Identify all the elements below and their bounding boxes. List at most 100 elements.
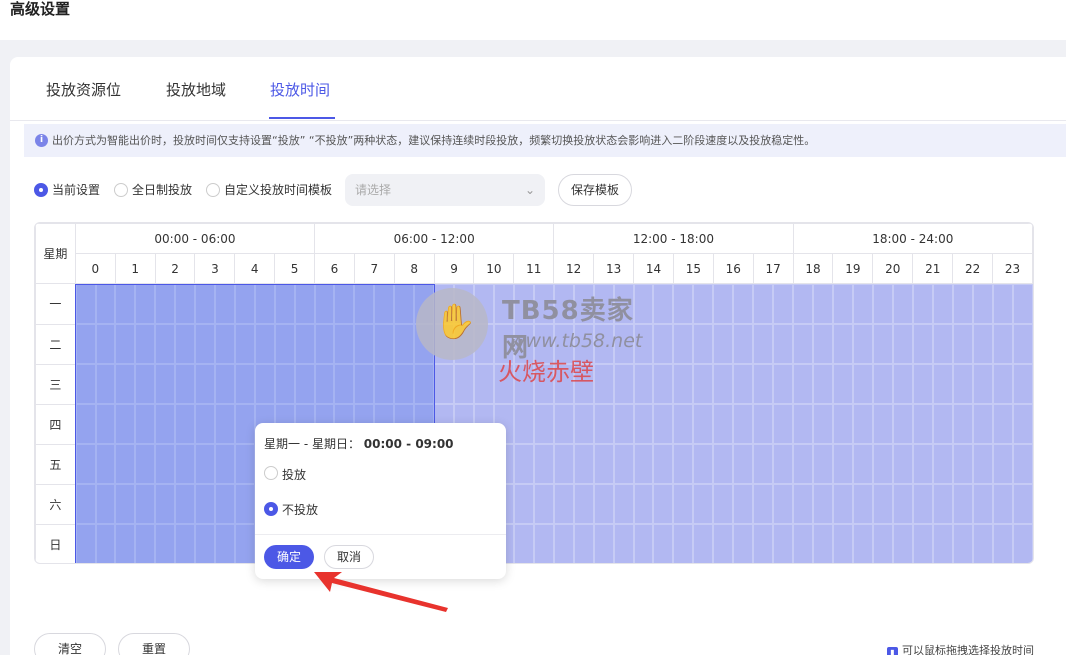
time-slot[interactable] [234, 364, 255, 404]
time-slot[interactable] [394, 324, 415, 364]
time-slot[interactable] [135, 524, 156, 563]
time-slot[interactable] [713, 444, 734, 484]
time-slot[interactable] [294, 324, 315, 364]
time-slot[interactable] [1012, 284, 1033, 324]
time-slot[interactable] [793, 324, 814, 364]
time-slot[interactable] [613, 324, 634, 364]
time-slot[interactable] [832, 404, 853, 444]
time-slot[interactable] [753, 444, 774, 484]
time-slot[interactable] [414, 324, 435, 364]
time-slot[interactable] [852, 524, 873, 563]
time-slot[interactable] [693, 444, 714, 484]
time-slot[interactable] [653, 364, 674, 404]
time-slot[interactable] [613, 484, 634, 524]
time-slot[interactable] [952, 364, 973, 404]
time-slot[interactable] [75, 484, 96, 524]
time-slot[interactable] [274, 324, 295, 364]
time-slot[interactable] [135, 364, 156, 404]
time-slot[interactable] [673, 404, 694, 444]
time-slot[interactable] [454, 324, 474, 364]
time-slot[interactable] [813, 324, 833, 364]
time-slot[interactable] [513, 284, 534, 324]
time-slot[interactable] [653, 284, 674, 324]
time-slot[interactable] [374, 364, 395, 404]
time-slot[interactable] [733, 364, 754, 404]
time-slot[interactable] [533, 324, 554, 364]
time-slot[interactable] [394, 284, 415, 324]
time-slot[interactable] [872, 364, 893, 404]
time-slot[interactable] [852, 284, 873, 324]
time-slot[interactable] [135, 444, 156, 484]
time-slot[interactable] [553, 404, 574, 444]
time-slot[interactable] [952, 404, 973, 444]
time-slot[interactable] [1012, 404, 1033, 444]
time-slot[interactable] [693, 324, 714, 364]
time-slot[interactable] [553, 524, 574, 563]
radio-custom-template-label[interactable]: 自定义投放时间模板 [224, 182, 332, 198]
time-slot[interactable] [513, 404, 534, 444]
time-slot[interactable] [832, 444, 853, 484]
time-slot[interactable] [374, 284, 395, 324]
time-slot[interactable] [912, 484, 933, 524]
time-slot[interactable] [832, 364, 853, 404]
time-slot[interactable] [673, 444, 694, 484]
schedule-grid[interactable]: 星期 00:00 - 06:00 06:00 - 12:00 12:00 - 18:0… [34, 222, 1034, 564]
time-slot[interactable] [593, 484, 614, 524]
time-slot[interactable] [892, 444, 913, 484]
time-slot[interactable] [593, 324, 614, 364]
time-slot[interactable] [1012, 484, 1033, 524]
time-slot[interactable] [75, 324, 96, 364]
time-slot[interactable] [214, 404, 235, 444]
time-slot[interactable] [653, 524, 674, 563]
time-slot[interactable] [573, 404, 594, 444]
time-slot[interactable] [95, 324, 116, 364]
radio-no-deliver[interactable] [264, 502, 278, 516]
time-slot[interactable] [254, 364, 275, 404]
time-slot[interactable] [633, 324, 654, 364]
tab-resource-position[interactable]: 投放资源位 [46, 80, 121, 100]
time-slot[interactable] [573, 524, 594, 563]
time-slot[interactable] [992, 404, 1013, 444]
time-slot[interactable] [75, 444, 96, 484]
time-slot[interactable] [952, 524, 973, 563]
time-slot[interactable] [374, 324, 395, 364]
tab-region[interactable]: 投放地域 [166, 80, 226, 100]
time-slot[interactable] [813, 364, 833, 404]
time-slot[interactable] [673, 324, 694, 364]
time-slot[interactable] [493, 364, 514, 404]
time-slot[interactable] [115, 404, 136, 444]
time-slot[interactable] [613, 364, 634, 404]
time-slot[interactable] [234, 284, 255, 324]
time-slot[interactable] [414, 284, 435, 324]
time-slot[interactable] [872, 324, 893, 364]
radio-custom-template[interactable] [206, 183, 220, 197]
time-slot[interactable] [932, 364, 953, 404]
time-slot[interactable] [593, 364, 614, 404]
time-slot[interactable] [733, 404, 754, 444]
time-slot[interactable] [753, 404, 774, 444]
time-slot[interactable] [912, 364, 933, 404]
time-slot[interactable] [135, 484, 156, 524]
time-slot[interactable] [932, 484, 953, 524]
time-slot[interactable] [214, 364, 235, 404]
time-slot[interactable] [1012, 364, 1033, 404]
time-slot[interactable] [334, 324, 355, 364]
time-slot[interactable] [673, 364, 694, 404]
time-slot[interactable] [912, 404, 933, 444]
radio-current[interactable] [34, 183, 48, 197]
time-slot[interactable] [633, 284, 654, 324]
time-slot[interactable] [912, 284, 933, 324]
time-slot[interactable] [553, 444, 574, 484]
time-slot[interactable] [314, 284, 335, 324]
time-slot[interactable] [95, 404, 116, 444]
time-slot[interactable] [713, 524, 734, 563]
time-slot[interactable] [972, 364, 993, 404]
radio-all-day[interactable] [114, 183, 128, 197]
time-slot[interactable] [434, 324, 455, 364]
time-slot[interactable] [793, 484, 814, 524]
time-slot[interactable] [175, 324, 195, 364]
time-slot[interactable] [773, 524, 794, 563]
cancel-button[interactable]: 取消 [324, 545, 374, 569]
time-slot[interactable] [773, 404, 794, 444]
time-slot[interactable] [234, 444, 255, 484]
